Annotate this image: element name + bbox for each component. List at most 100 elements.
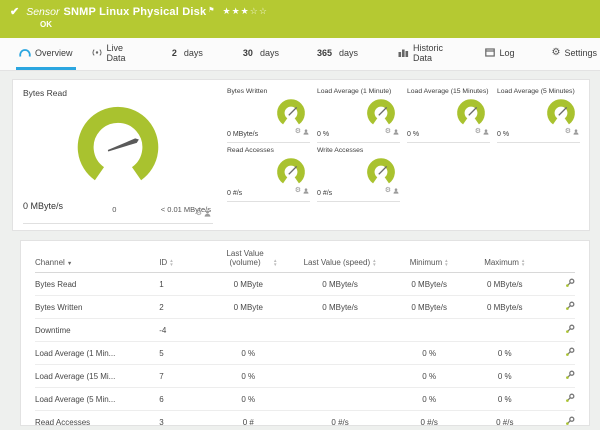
gauge-read-accesses[interactable]: Read Accesses 0 #/s ⚙ bbox=[227, 147, 310, 202]
user-icon[interactable] bbox=[393, 181, 399, 199]
maximum-value: 0 MByte/s bbox=[466, 272, 543, 296]
channel-gear-icon[interactable]: ⚙ bbox=[385, 128, 391, 135]
user-icon[interactable] bbox=[303, 181, 309, 199]
channel-gear-icon[interactable]: ⚙ bbox=[295, 187, 301, 194]
minimum-value bbox=[391, 318, 467, 342]
minimum-value: 0 % bbox=[391, 364, 467, 388]
channel-gear-icon[interactable]: ⚙ bbox=[196, 210, 202, 217]
channel-gear-icon[interactable]: ⚙ bbox=[385, 187, 391, 194]
channel-name[interactable]: Downtime bbox=[35, 318, 160, 342]
small-gauges-grid: Bytes Written 0 MByte/s ⚙ Load Average (… bbox=[227, 88, 581, 224]
gauge-title: Load Average (5 Minutes) bbox=[497, 88, 575, 95]
tab-log[interactable]: Log bbox=[482, 38, 517, 70]
channel-name[interactable]: Bytes Read bbox=[35, 272, 160, 296]
sort-icon: ▲ ▼ bbox=[444, 258, 449, 267]
minimum-value: 0 MByte/s bbox=[391, 272, 467, 296]
window-icon bbox=[485, 48, 496, 57]
gauge-title: Bytes Written bbox=[227, 88, 268, 95]
gauge-bytes-read[interactable]: Bytes Read 0 MByte/s 0 < 0.01 MByte/s ⚙ bbox=[23, 88, 213, 224]
header-id[interactable]: ID ▲ ▼ bbox=[159, 249, 208, 273]
channel-settings-wrench-icon[interactable] bbox=[565, 370, 575, 382]
tab-historic-data[interactable]: Historic Data bbox=[395, 38, 449, 70]
priority-stars[interactable]: ★★★☆☆ bbox=[223, 6, 268, 17]
channel-id: 7 bbox=[159, 364, 208, 388]
gauge-load-average-15-minutes[interactable]: Load Average (15 Minutes) 0 % ⚙ bbox=[407, 88, 490, 143]
gauge-scale-min: 0 bbox=[112, 205, 117, 214]
flag-icon[interactable]: ⚑ bbox=[208, 6, 214, 14]
channel-id: 6 bbox=[159, 387, 208, 411]
gauge-write-accesses[interactable]: Write Accesses 0 #/s ⚙ bbox=[317, 147, 400, 202]
channel-settings-wrench-icon[interactable] bbox=[565, 347, 575, 359]
last-value-speed bbox=[288, 318, 392, 342]
header-channel[interactable]: Channel ▼ bbox=[35, 249, 160, 273]
overview-content: Bytes Read 0 MByte/s 0 < 0.01 MByte/s ⚙ … bbox=[0, 71, 600, 430]
channel-id: 3 bbox=[159, 410, 208, 430]
header-last-value-speed[interactable]: Last Value (speed) ▲ ▼ bbox=[288, 249, 392, 273]
channel-gear-icon[interactable]: ⚙ bbox=[295, 128, 301, 135]
channel-settings-wrench-icon[interactable] bbox=[565, 324, 575, 336]
tab-label: Settings bbox=[564, 47, 597, 58]
tab-settings[interactable]: ⚙ Settings bbox=[549, 38, 600, 70]
channel-id: -4 bbox=[159, 318, 208, 342]
gauge-labels: 0 MByte/s 0 < 0.01 MByte/s bbox=[23, 196, 213, 214]
maximum-value: 0 % bbox=[466, 387, 543, 411]
maximum-value: 0 % bbox=[466, 364, 543, 388]
channel-settings-wrench-icon[interactable] bbox=[565, 393, 575, 405]
maximum-value: 0 % bbox=[466, 341, 543, 365]
channel-name[interactable]: Read Accesses bbox=[35, 410, 160, 430]
last-value-volume: 0 # bbox=[207, 410, 289, 430]
header-actions bbox=[542, 249, 575, 273]
header-minimum[interactable]: Minimum ▲ ▼ bbox=[391, 249, 467, 273]
minimum-value: 0 % bbox=[391, 387, 467, 411]
user-icon[interactable] bbox=[303, 122, 309, 140]
tab-30-days[interactable]: 30 days bbox=[240, 38, 282, 70]
tab-label: Log bbox=[499, 47, 515, 58]
minimum-value: 0 #/s bbox=[391, 410, 467, 430]
channel-name[interactable]: Load Average (5 Min... bbox=[35, 387, 160, 411]
last-value-speed bbox=[288, 387, 392, 411]
header-last-value-volume[interactable]: Last Value (volume) ▲ ▼ bbox=[207, 249, 289, 273]
user-icon[interactable] bbox=[483, 122, 489, 140]
live-data-icon bbox=[91, 48, 103, 57]
channel-id: 1 bbox=[159, 272, 208, 296]
gauge-title: Read Accesses bbox=[227, 147, 274, 154]
last-value-speed: 0 MByte/s bbox=[288, 272, 392, 296]
channel-id: 5 bbox=[159, 341, 208, 365]
user-icon[interactable] bbox=[204, 204, 211, 222]
user-icon[interactable] bbox=[573, 122, 579, 140]
tab-number: 365 bbox=[316, 47, 332, 58]
tab-overview[interactable]: Overview bbox=[16, 38, 76, 70]
channel-name[interactable]: Load Average (1 Min... bbox=[35, 341, 160, 365]
last-value-volume: 0 % bbox=[207, 341, 289, 365]
header-maximum[interactable]: Maximum ▲ ▼ bbox=[466, 249, 543, 273]
table-row: Bytes Written 2 0 MByte 0 MByte/s 0 MByt… bbox=[35, 295, 575, 319]
gauge-current-value: 0 % bbox=[407, 131, 420, 138]
gauge-load-average-1-minute[interactable]: Load Average (1 Minute) 0 % ⚙ bbox=[317, 88, 400, 143]
channel-name[interactable]: Bytes Written bbox=[35, 295, 160, 319]
tab-365-days[interactable]: 365 days bbox=[314, 38, 361, 70]
channel-gear-icon[interactable]: ⚙ bbox=[565, 128, 571, 135]
channel-settings-wrench-icon[interactable] bbox=[565, 278, 575, 290]
tab-2-days[interactable]: 2 days bbox=[169, 38, 206, 70]
gauge-bytes-written[interactable]: Bytes Written 0 MByte/s ⚙ bbox=[227, 88, 310, 143]
sensor-header-bar: ✔ Sensor SNMP Linux Physical Disk ⚑ ★★★☆… bbox=[0, 0, 600, 38]
table-row: Read Accesses 3 0 # 0 #/s 0 #/s 0 #/s bbox=[35, 410, 575, 430]
tab-live-data[interactable]: Live Data bbox=[88, 38, 133, 70]
last-value-volume: 0 % bbox=[207, 364, 289, 388]
gauge-title: Load Average (15 Minutes) bbox=[407, 88, 489, 95]
channel-settings-wrench-icon[interactable] bbox=[565, 416, 575, 428]
sort-icon: ▲ ▼ bbox=[372, 258, 377, 267]
channel-settings-wrench-icon[interactable] bbox=[565, 301, 575, 313]
channel-table-panel: Channel ▼ ID ▲ ▼ Last Value (volume) ▲ ▼ Last… bbox=[20, 240, 590, 430]
channel-gear-icon[interactable]: ⚙ bbox=[475, 128, 481, 135]
last-value-speed: 0 #/s bbox=[288, 410, 392, 430]
user-icon[interactable] bbox=[393, 122, 399, 140]
tab-label: Live Data bbox=[106, 42, 126, 63]
gauge-title: Write Accesses bbox=[317, 147, 364, 154]
gauge-load-average-5-minutes[interactable]: Load Average (5 Minutes) 0 % ⚙ bbox=[497, 88, 580, 143]
last-value-volume: 0 MByte bbox=[207, 295, 289, 319]
tab-label: Historic Data bbox=[413, 42, 444, 63]
channel-name[interactable]: Load Average (15 Mi... bbox=[35, 364, 160, 388]
gauge-current-value: 0 MByte/s bbox=[227, 131, 259, 138]
last-value-volume bbox=[207, 318, 289, 342]
